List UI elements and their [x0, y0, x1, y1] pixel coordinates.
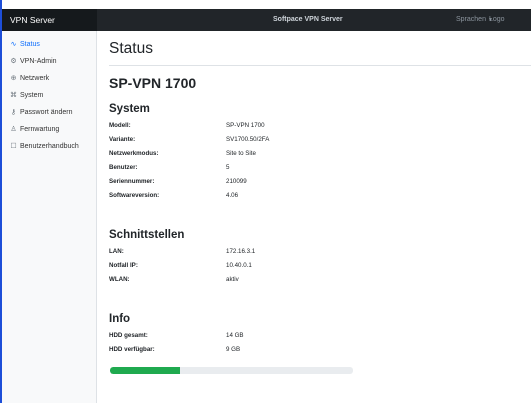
- sidebar-item-passwort-aendern[interactable]: ⚷ Passwort ändern: [9, 107, 73, 119]
- row-label: HDD gesamt:: [109, 332, 148, 339]
- row-value: SV1700.50/2FA: [226, 136, 270, 143]
- sidebar-item-benutzerhandbuch[interactable]: ☐ Benutzerhandbuch: [9, 141, 79, 153]
- row-value: 5: [226, 164, 230, 171]
- row-label: HDD verfügbar:: [109, 346, 155, 353]
- sidebar-item-fernwartung[interactable]: ♙ Fernwartung: [9, 124, 59, 136]
- row-label: Seriennummer:: [109, 178, 155, 185]
- main-content: Status SP-VPN 1700 System Modell: SP-VPN…: [97, 31, 531, 403]
- row-label: WLAN:: [109, 276, 130, 283]
- logout-link[interactable]: Logo: [489, 9, 505, 31]
- sidebar: ∿ Status ⚙ VPN-Admin ⊕ Netzwerk ⌘ System ⚷ Pa…: [2, 31, 97, 403]
- sidebar-item-label: VPN-Admin: [20, 58, 57, 65]
- row-label: Softwareversion:: [109, 192, 160, 199]
- sidebar-item-label: Netzwerk: [20, 75, 50, 82]
- page-title: Status: [109, 40, 153, 57]
- row-value: 10.40.0.1: [226, 262, 252, 269]
- section-title-system: System: [109, 103, 150, 115]
- top-navbar: VPN Server Softpace VPN Server Sprachen ▼…: [2, 9, 531, 31]
- disk-usage-progress-fill: [110, 367, 181, 374]
- row-label: Variante:: [109, 136, 136, 143]
- row-value: aktiv: [226, 276, 239, 283]
- person-icon: ♙: [10, 126, 17, 133]
- activity-icon: ∿: [10, 41, 17, 48]
- disk-usage-progress-bar: [110, 367, 353, 374]
- sidebar-item-label: Passwort ändern: [20, 109, 73, 116]
- command-icon: ⌘: [10, 92, 17, 99]
- language-label: Sprachen: [456, 16, 486, 23]
- row-value: SP-VPN 1700: [226, 122, 265, 129]
- language-dropdown[interactable]: Sprachen ▼: [456, 9, 493, 31]
- divider: [109, 65, 531, 66]
- book-icon: ☐: [10, 143, 17, 150]
- row-label: Netzwerkmodus:: [109, 150, 159, 157]
- globe-icon: ⊕: [10, 75, 17, 82]
- gear-icon: ⚙: [10, 58, 17, 65]
- row-value: 172.16.3.1: [226, 248, 256, 255]
- device-name: SP-VPN 1700: [109, 75, 197, 91]
- sidebar-item-status[interactable]: ∿ Status: [9, 39, 40, 51]
- section-title-info: Info: [109, 313, 131, 325]
- row-value: 4.06: [226, 192, 239, 199]
- sidebar-item-system[interactable]: ⌘ System: [9, 90, 43, 102]
- sidebar-item-netzwerk[interactable]: ⊕ Netzwerk: [9, 73, 50, 85]
- sidebar-item-label: Benutzerhandbuch: [20, 143, 79, 150]
- row-label: Modell:: [109, 122, 131, 129]
- sidebar-item-label: Fernwartung: [20, 126, 60, 133]
- sidebar-item-label: Status: [20, 41, 40, 48]
- row-label: Notfall IP:: [109, 262, 138, 269]
- row-label: LAN:: [109, 248, 124, 255]
- key-icon: ⚷: [10, 109, 17, 116]
- sidebar-item-label: System: [20, 92, 44, 99]
- brand[interactable]: VPN Server: [2, 9, 97, 31]
- sidebar-item-vpn-admin[interactable]: ⚙ VPN-Admin: [9, 56, 57, 68]
- app-title: Softpace VPN Server: [273, 16, 343, 23]
- row-label: Benutzer:: [109, 164, 138, 171]
- row-value: 14 GB: [226, 332, 244, 339]
- row-value: Site to Site: [226, 150, 256, 157]
- row-value: 210099: [226, 178, 247, 185]
- row-value: 9 GB: [226, 346, 241, 353]
- section-title-interfaces: Schnittstellen: [109, 229, 185, 241]
